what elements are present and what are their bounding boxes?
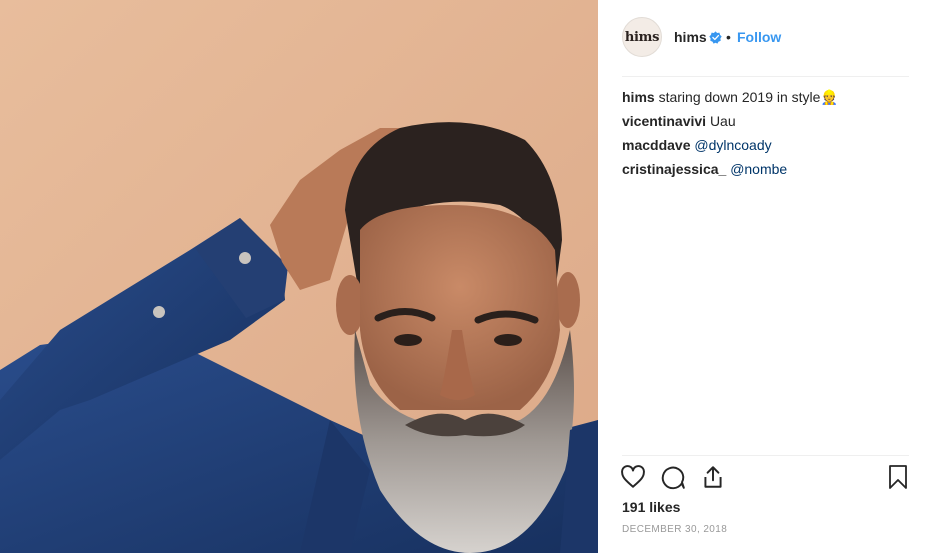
comment-username[interactable]: macddave <box>622 137 690 153</box>
comment-username[interactable]: vicentinavivi <box>622 113 706 129</box>
comment-item: cristinajessica_ @nombe <box>622 160 912 178</box>
username-link[interactable]: hims <box>674 29 707 45</box>
comment-username[interactable]: hims <box>622 89 655 105</box>
actions-divider <box>622 455 909 456</box>
comment-text: staring down 2019 in style👷 <box>658 89 838 105</box>
post-photo[interactable] <box>0 0 598 553</box>
bookmark-icon[interactable] <box>886 464 910 490</box>
comment-item: hims staring down 2019 in style👷 <box>622 88 912 106</box>
follow-button[interactable]: Follow <box>737 29 781 45</box>
separator-dot: • <box>726 29 731 45</box>
comment-text: Uau <box>709 113 736 129</box>
post-date: DECEMBER 30, 2018 <box>622 524 728 535</box>
comment-mention-link[interactable]: @dylncoady <box>694 137 771 153</box>
post-side-panel: hims hims • Follow hims staring down 201… <box>598 0 932 553</box>
verified-badge-icon <box>709 31 722 44</box>
avatar[interactable]: hims <box>622 17 662 57</box>
likes-count[interactable]: 191 likes <box>622 499 680 515</box>
comment-icon[interactable] <box>660 464 686 490</box>
comment-item: macddave @dylncoady <box>622 136 912 154</box>
instagram-post: hims hims • Follow hims staring down 201… <box>0 0 932 553</box>
avatar-logo-text: hims <box>624 29 660 45</box>
photo-illustration <box>0 0 598 553</box>
heart-icon[interactable] <box>620 464 646 490</box>
share-icon[interactable] <box>700 464 726 490</box>
comments-list: hims staring down 2019 in style👷 vicenti… <box>622 88 912 184</box>
post-header: hims hims • Follow <box>598 0 932 76</box>
comment-item: vicentinavivi Uau <box>622 112 912 130</box>
comment-mention-link[interactable]: @nombe <box>730 161 787 177</box>
comment-username[interactable]: cristinajessica_ <box>622 161 726 177</box>
post-actions-bar <box>620 464 912 492</box>
header-divider <box>622 76 909 77</box>
